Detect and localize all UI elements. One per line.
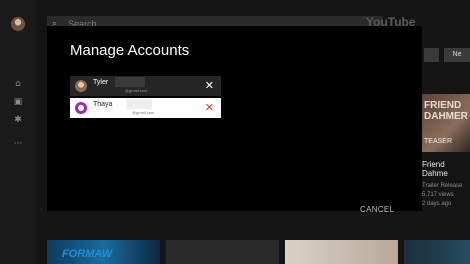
video-meta-3: 2 days ago bbox=[422, 201, 452, 207]
redacted-name bbox=[115, 77, 145, 87]
subscriptions-icon[interactable]: ▣ bbox=[13, 97, 23, 107]
bottom-thumbnail-text: FORMAW bbox=[62, 248, 113, 260]
video-title[interactable]: Friend Dahme bbox=[422, 160, 470, 178]
dialog-title: Manage Accounts bbox=[70, 42, 190, 59]
bottom-thumbnail-3[interactable] bbox=[285, 240, 398, 264]
close-icon[interactable]: ✕ bbox=[205, 80, 214, 92]
account-avatar[interactable] bbox=[11, 17, 25, 31]
settings-icon[interactable]: ✱ bbox=[13, 115, 23, 125]
cancel-button[interactable]: CANCEL bbox=[360, 205, 394, 214]
chip[interactable] bbox=[424, 48, 439, 62]
more-icon[interactable]: ··· bbox=[13, 139, 23, 149]
account-email: @gmail.com bbox=[125, 88, 148, 93]
side-rail bbox=[0, 0, 36, 264]
thumbnail-title-line2: DAHMER bbox=[424, 111, 468, 122]
account-avatar: ● bbox=[75, 102, 87, 114]
home-icon[interactable]: ⌂ bbox=[13, 79, 23, 89]
thumbnail-title-line1: FRIEND bbox=[424, 100, 462, 111]
manage-accounts-dialog: Manage Accounts Tyler @gmail.com ✕ ● Tha… bbox=[47, 26, 422, 214]
thumbnail-title: FRIEND DAHMER bbox=[424, 100, 468, 122]
chip-new[interactable]: Ne bbox=[444, 48, 470, 62]
account-name: Thaya bbox=[93, 101, 113, 108]
account-name: Tyler bbox=[93, 79, 109, 86]
account-row-selected[interactable]: ● Thaya @gmail.com ✕ bbox=[70, 98, 221, 118]
bottom-thumbnail-4[interactable] bbox=[404, 240, 470, 264]
account-email: @gmail.com bbox=[132, 110, 155, 115]
account-row[interactable]: Tyler @gmail.com ✕ bbox=[70, 76, 221, 96]
video-meta-1: Trailer Release bbox=[422, 183, 463, 189]
thumbnail-caption: TEASER bbox=[424, 138, 453, 145]
account-avatar bbox=[75, 80, 87, 92]
video-meta-2: 5,717 views bbox=[422, 192, 454, 198]
close-icon[interactable]: ✕ bbox=[205, 102, 214, 114]
person-icon: ● bbox=[77, 103, 85, 112]
bottom-thumbnail-2[interactable] bbox=[166, 240, 279, 264]
redacted-name bbox=[126, 99, 152, 109]
